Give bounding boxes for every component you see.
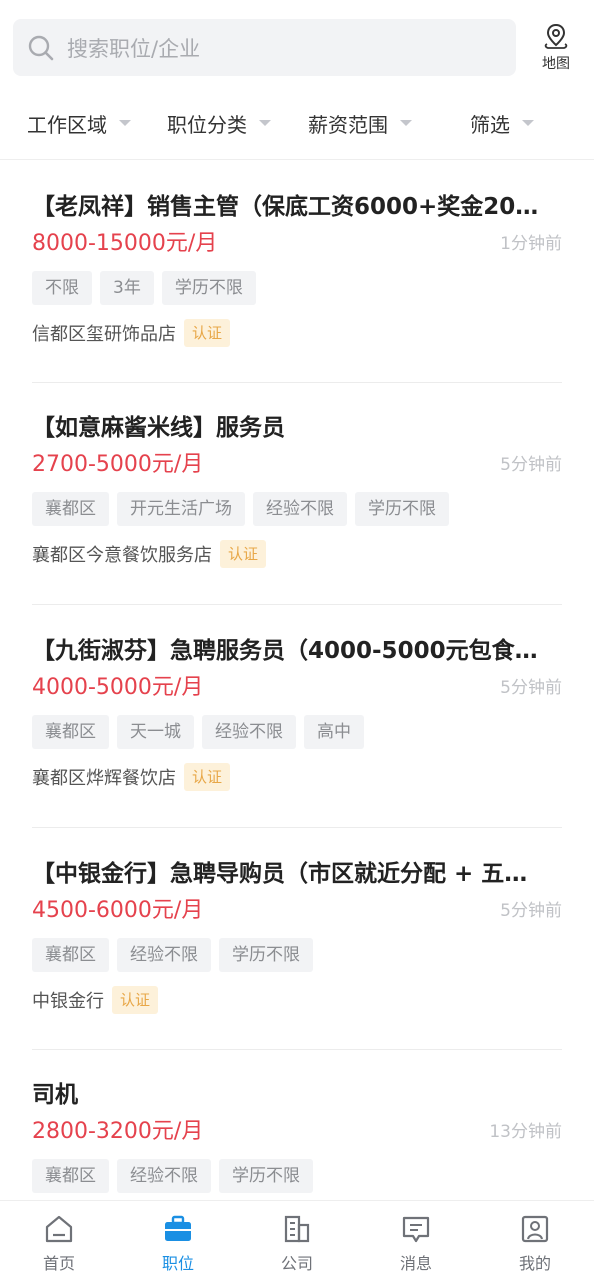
job-card[interactable]: 【如意麻酱米线】服务员 2700-5000元/月 5分钟前 襄都区 开元生活广场… bbox=[32, 412, 562, 602]
filter-work-area[interactable]: 工作区域 bbox=[27, 108, 131, 138]
nav-messages[interactable]: 消息 bbox=[376, 1213, 456, 1275]
job-tag: 3年 bbox=[100, 271, 154, 305]
filter-label: 职位分类 bbox=[167, 112, 247, 137]
nav-label: 公司 bbox=[280, 1254, 313, 1273]
company-name: 中银金行 bbox=[32, 991, 104, 1012]
filter-more[interactable]: 筛选 bbox=[470, 108, 534, 138]
job-card[interactable]: 【中银金行】急聘导购员（市区就近分配 + 五… 4500-6000元/月 5分钟… bbox=[32, 858, 562, 1048]
job-title: 【中银金行】急聘导购员（市区就近分配 + 五… bbox=[32, 861, 528, 887]
job-tag: 学历不限 bbox=[219, 938, 313, 972]
job-tag: 开元生活广场 bbox=[117, 492, 245, 526]
filter-label: 筛选 bbox=[470, 112, 510, 137]
job-tag: 天一城 bbox=[117, 715, 194, 749]
filter-label: 薪资范围 bbox=[308, 112, 388, 137]
company-name: 襄都区烨辉餐饮店 bbox=[32, 768, 176, 789]
job-tags: 襄都区 开元生活广场 经验不限 学历不限 bbox=[32, 492, 449, 526]
job-tag: 襄都区 bbox=[32, 1159, 109, 1193]
nav-label: 消息 bbox=[399, 1254, 432, 1273]
filter-job-category[interactable]: 职位分类 bbox=[167, 108, 271, 138]
job-salary: 4000-5000元/月 bbox=[32, 675, 204, 700]
nav-jobs[interactable]: 职位 bbox=[138, 1213, 218, 1275]
filter-bar: 工作区域 职位分类 薪资范围 筛选 bbox=[0, 96, 594, 160]
job-tag: 经验不限 bbox=[253, 492, 347, 526]
caret-down-icon bbox=[259, 120, 271, 126]
job-time: 5分钟前 bbox=[500, 678, 562, 698]
nav-label: 首页 bbox=[42, 1254, 75, 1273]
building-icon bbox=[284, 1215, 310, 1243]
job-card[interactable]: 【老凤祥】销售主管（保底工资6000+奖金20… 8000-15000元/月 1… bbox=[32, 191, 562, 381]
job-tag: 学历不限 bbox=[161, 271, 256, 305]
job-company-row: 襄都区烨辉餐饮店 认证 bbox=[32, 763, 231, 791]
map-button[interactable]: 地图 bbox=[530, 22, 582, 74]
job-tag: 高中 bbox=[304, 715, 364, 749]
caret-down-icon bbox=[522, 120, 534, 126]
job-title: 司机 bbox=[32, 1082, 78, 1108]
nav-label: 职位 bbox=[161, 1254, 194, 1273]
divider bbox=[32, 382, 562, 383]
nav-label: 我的 bbox=[518, 1254, 551, 1273]
job-tag: 襄都区 bbox=[32, 492, 109, 526]
caret-down-icon bbox=[400, 120, 412, 126]
job-card[interactable]: 司机 2800-3200元/月 13分钟前 襄都区 经验不限 学历不限 bbox=[32, 1079, 562, 1199]
certified-badge: 认证 bbox=[112, 986, 159, 1014]
job-tag: 学历不限 bbox=[219, 1159, 313, 1193]
job-company-row: 信都区玺研饰品店 认证 bbox=[32, 319, 231, 347]
company-name: 襄都区今意餐饮服务店 bbox=[32, 545, 212, 566]
filter-label: 工作区域 bbox=[27, 112, 107, 137]
job-tag: 经验不限 bbox=[117, 1159, 211, 1193]
home-icon bbox=[45, 1215, 73, 1243]
job-salary: 2700-5000元/月 bbox=[32, 452, 204, 477]
bottom-nav: 首页 职位 公司 消息 我的 bbox=[0, 1200, 594, 1280]
job-time: 5分钟前 bbox=[500, 901, 562, 921]
profile-icon bbox=[521, 1215, 549, 1243]
job-tag: 襄都区 bbox=[32, 938, 109, 972]
job-salary: 4500-6000元/月 bbox=[32, 898, 204, 923]
job-tags: 襄都区 天一城 经验不限 高中 bbox=[32, 715, 364, 749]
search-header: 搜索职位/企业 地图 bbox=[0, 0, 594, 90]
nav-profile[interactable]: 我的 bbox=[495, 1213, 575, 1275]
divider bbox=[32, 827, 562, 828]
job-company-row: 中银金行 认证 bbox=[32, 986, 159, 1014]
job-title: 【九街淑芬】急聘服务员（4000-5000元包食… bbox=[32, 638, 538, 664]
app-root: 搜索职位/企业 地图 工作区域 职位分类 薪资范围 筛选 【老凤祥】销售主管（保… bbox=[0, 0, 594, 1280]
job-tags: 襄都区 经验不限 学历不限 bbox=[32, 938, 313, 972]
job-tags: 襄都区 经验不限 学历不限 bbox=[32, 1159, 313, 1193]
job-company-row: 襄都区今意餐饮服务店 认证 bbox=[32, 540, 267, 568]
certified-badge: 认证 bbox=[184, 763, 231, 791]
job-time: 5分钟前 bbox=[500, 455, 562, 475]
divider bbox=[32, 604, 562, 605]
job-tag: 经验不限 bbox=[117, 938, 211, 972]
job-card[interactable]: 【九街淑芬】急聘服务员（4000-5000元包食… 4000-5000元/月 5… bbox=[32, 635, 562, 825]
briefcase-icon bbox=[165, 1215, 191, 1241]
search-placeholder: 搜索职位/企业 bbox=[67, 36, 201, 61]
job-time: 1分钟前 bbox=[500, 234, 562, 254]
map-pin-icon bbox=[544, 23, 568, 49]
company-name: 信都区玺研饰品店 bbox=[32, 324, 176, 345]
job-time: 13分钟前 bbox=[489, 1122, 562, 1142]
job-salary: 2800-3200元/月 bbox=[32, 1119, 204, 1144]
job-tag: 经验不限 bbox=[202, 715, 296, 749]
job-tag: 不限 bbox=[32, 271, 92, 305]
divider bbox=[32, 1049, 562, 1050]
search-input[interactable]: 搜索职位/企业 bbox=[13, 19, 516, 76]
certified-badge: 认证 bbox=[220, 540, 267, 568]
message-icon bbox=[402, 1216, 430, 1243]
nav-home[interactable]: 首页 bbox=[19, 1213, 99, 1275]
job-tags: 不限 3年 学历不限 bbox=[32, 271, 256, 305]
certified-badge: 认证 bbox=[184, 319, 231, 347]
job-tag: 襄都区 bbox=[32, 715, 109, 749]
search-icon bbox=[28, 35, 54, 60]
map-label: 地图 bbox=[542, 56, 570, 72]
job-title: 【如意麻酱米线】服务员 bbox=[32, 415, 285, 441]
job-salary: 8000-15000元/月 bbox=[32, 231, 218, 256]
job-tag: 学历不限 bbox=[355, 492, 449, 526]
filter-salary-range[interactable]: 薪资范围 bbox=[308, 108, 412, 138]
nav-company[interactable]: 公司 bbox=[257, 1213, 337, 1275]
caret-down-icon bbox=[119, 120, 131, 126]
job-title: 【老凤祥】销售主管（保底工资6000+奖金20… bbox=[32, 194, 539, 220]
